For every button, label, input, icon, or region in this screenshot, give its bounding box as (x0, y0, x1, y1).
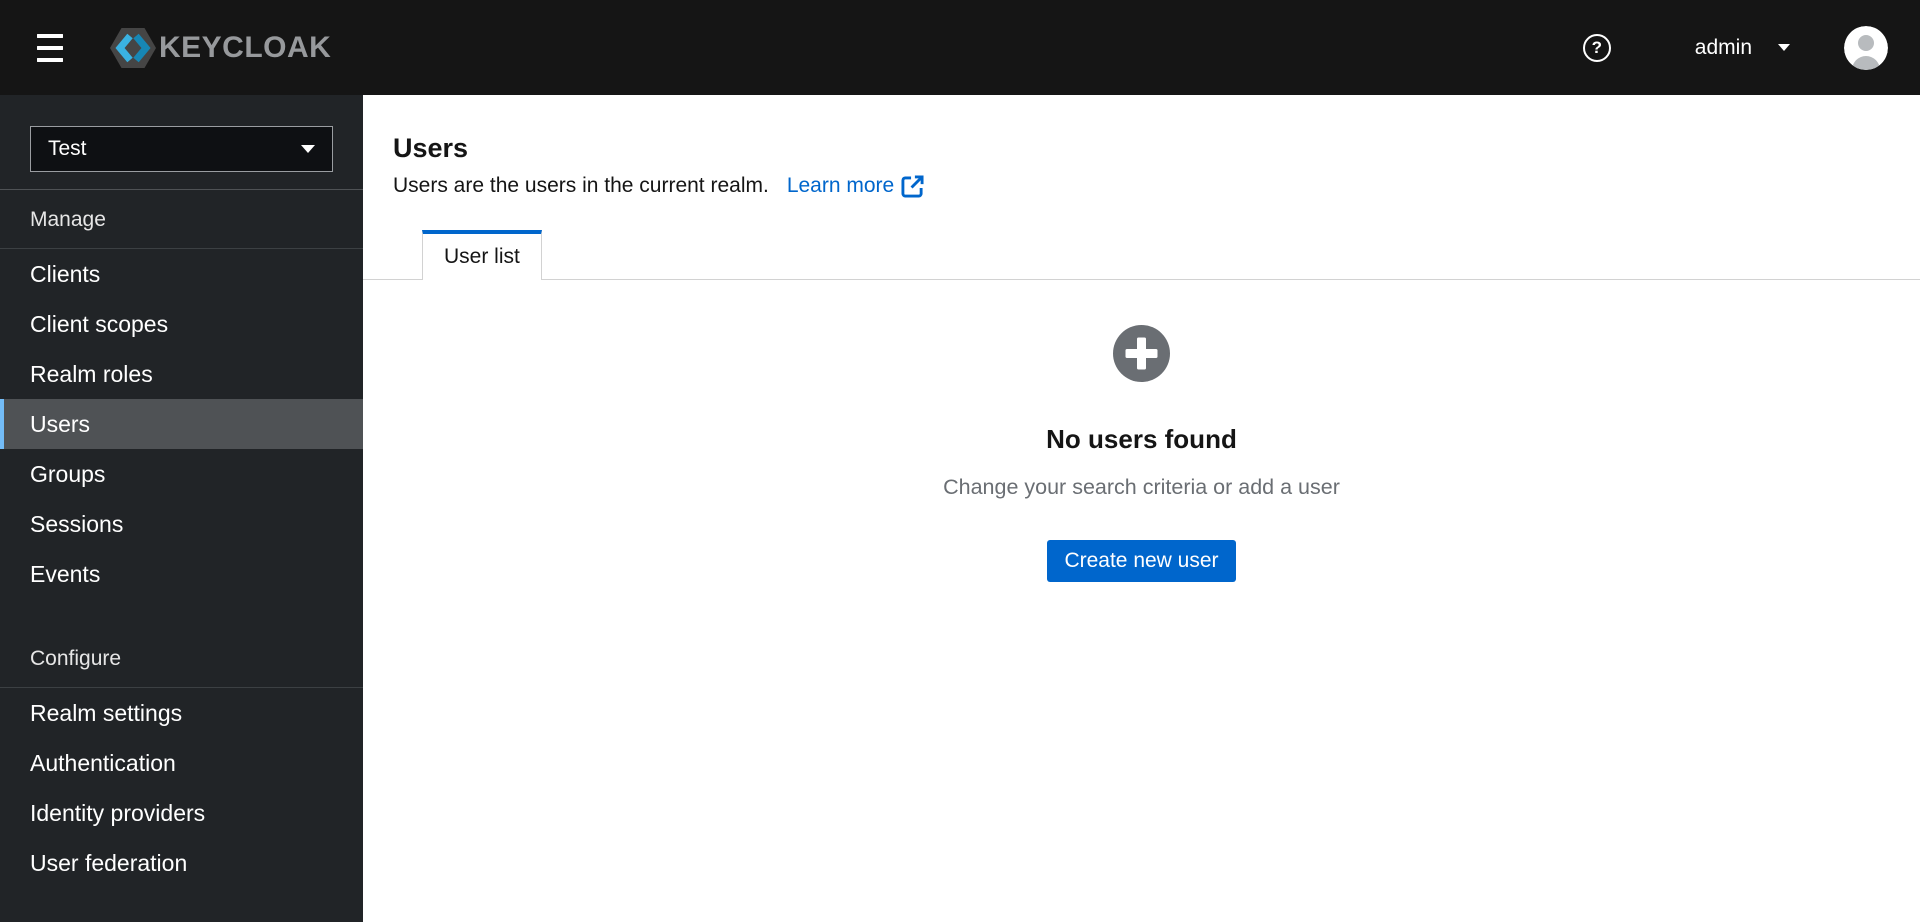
nav-section-manage: Manage Clients Client scopes Realm roles… (0, 190, 363, 599)
sidebar-item-user-federation[interactable]: User federation (0, 838, 363, 888)
nav-section-title-manage: Manage (0, 190, 363, 249)
sidebar-item-events[interactable]: Events (0, 549, 363, 599)
sidebar-item-realm-settings[interactable]: Realm settings (0, 688, 363, 738)
learn-more-label: Learn more (786, 174, 895, 197)
tab-strip: User list (363, 230, 1920, 280)
user-avatar-icon (1844, 25, 1888, 70)
empty-state: No users found Change your search criter… (363, 325, 1920, 582)
empty-state-title: No users found (1046, 424, 1237, 454)
keycloak-logo: KEYCLOAK (110, 27, 332, 68)
sidebar-item-authentication[interactable]: Authentication (0, 738, 363, 788)
masthead-actions: ? admin (1582, 25, 1888, 70)
masthead: KEYCLOAK ? admin (0, 0, 1920, 95)
sidebar-item-users[interactable]: Users (0, 399, 363, 449)
tab-user-list[interactable]: User list (422, 230, 542, 280)
main-content: Users Users are the users in the current… (363, 95, 1920, 922)
realm-selector[interactable]: Test (30, 126, 333, 172)
avatar[interactable] (1844, 25, 1888, 70)
hamburger-menu-icon[interactable] (30, 31, 70, 65)
sidebar: Test Manage Clients Client scopes Realm … (0, 95, 363, 922)
sidebar-item-realm-roles[interactable]: Realm roles (0, 349, 363, 399)
help-icon[interactable]: ? (1582, 33, 1611, 62)
realm-selector-value: Test (48, 137, 87, 160)
sidebar-item-identity-providers[interactable]: Identity providers (0, 788, 363, 838)
empty-state-body: Change your search criteria or add a use… (943, 475, 1340, 499)
chevron-down-icon (301, 145, 315, 153)
user-dropdown[interactable]: admin (1695, 36, 1790, 60)
page-title: Users (393, 133, 469, 163)
page-header: Users Users are the users in the current… (363, 95, 1920, 198)
plus-circle-icon (1113, 325, 1170, 382)
sidebar-item-sessions[interactable]: Sessions (0, 499, 363, 549)
username-label: admin (1694, 35, 1752, 59)
brand-text: KEYCLOAK (159, 30, 332, 64)
learn-more-link[interactable]: Learn more (787, 174, 924, 198)
sidebar-item-client-scopes[interactable]: Client scopes (0, 299, 363, 349)
nav-section-title-configure: Configure (0, 629, 363, 688)
create-new-user-button[interactable]: Create new user (1047, 540, 1236, 582)
keycloak-hexagon-icon (110, 27, 156, 68)
sidebar-item-clients[interactable]: Clients (0, 249, 363, 299)
page-description: Users are the users in the current realm… (393, 174, 769, 197)
nav-section-configure: Configure Realm settings Authentication … (0, 629, 363, 888)
external-link-icon (901, 174, 924, 198)
chevron-down-icon (1778, 44, 1790, 51)
sidebar-item-groups[interactable]: Groups (0, 449, 363, 499)
